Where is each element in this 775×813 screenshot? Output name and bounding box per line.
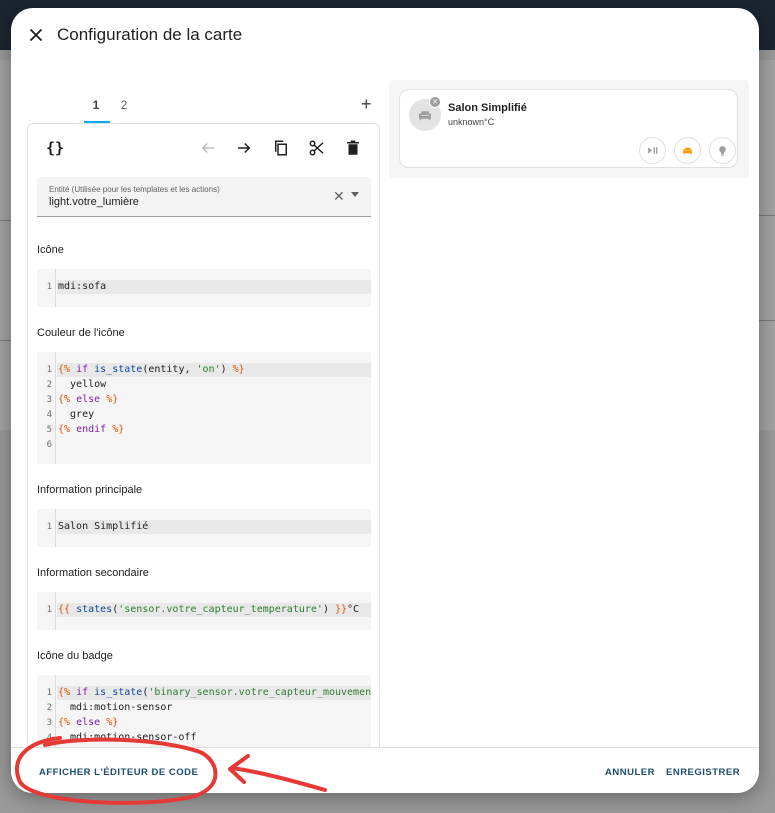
- entity-label: Entité (Utilisée pour les templates et l…: [49, 185, 220, 194]
- line-number: 1: [46, 688, 52, 698]
- code-line: {% if is_state('binary_sensor.votre_capt…: [58, 687, 371, 698]
- line-number: 1: [46, 282, 52, 292]
- icon-code-editor[interactable]: 1 mdi:sofa: [37, 269, 371, 307]
- line-number: 2: [46, 380, 52, 390]
- card-configuration-dialog: Configuration de la carte 1 2 + {} Entit…: [11, 8, 759, 793]
- code-line: {% endif %}: [58, 424, 125, 435]
- code-line: Salon Simplifié: [58, 521, 149, 532]
- line-number: 5: [46, 425, 52, 435]
- tab-2[interactable]: 2: [111, 98, 137, 112]
- dialog-header: Configuration de la carte: [11, 8, 759, 64]
- cut-button[interactable]: [307, 138, 327, 158]
- background-divider: [759, 215, 775, 216]
- cancel-button[interactable]: ANNULER: [605, 767, 655, 778]
- line-number: 3: [46, 395, 52, 405]
- dialog-title: Configuration de la carte: [57, 25, 243, 44]
- code-line: {{ states('sensor.votre_capteur_temperat…: [58, 604, 360, 615]
- sofa-chip[interactable]: [674, 137, 701, 164]
- show-code-editor-button[interactable]: AFFICHER L'ÉDITEUR DE CODE: [39, 767, 198, 778]
- line-number: 4: [46, 733, 52, 743]
- lightbulb-icon: [719, 146, 726, 156]
- code-line: yellow: [58, 379, 107, 390]
- line-number: 1: [46, 605, 52, 615]
- close-button[interactable]: [25, 24, 47, 46]
- background-left-panel: [0, 60, 11, 430]
- line-number: 1: [46, 365, 52, 375]
- motion-sensor-off-icon: ✕: [429, 96, 441, 108]
- save-button[interactable]: ENREGISTRER: [666, 767, 740, 778]
- line-number: 3: [46, 718, 52, 728]
- editor-toolbar: {}: [28, 124, 379, 172]
- tab-1[interactable]: 1: [83, 98, 109, 112]
- move-right-button[interactable]: [234, 138, 254, 158]
- copy-button[interactable]: [271, 138, 291, 158]
- lightbulb-chip[interactable]: [709, 137, 736, 164]
- icon-color-field-label: Couleur de l'icône: [37, 327, 125, 339]
- scissors-icon: [309, 140, 324, 156]
- card-preview: ✕ Salon Simplifié unknown°C: [389, 80, 749, 178]
- card-editor: {} Entité (Utilisée pour les templates e…: [27, 123, 380, 748]
- clear-entity-button[interactable]: ✕: [333, 188, 345, 205]
- arrow-left-icon: [201, 142, 214, 154]
- play-pause-chip[interactable]: [639, 137, 666, 164]
- code-line: {% if is_state(entity, 'on') %}: [58, 364, 245, 375]
- trash-icon: [347, 140, 359, 155]
- preview-card[interactable]: ✕ Salon Simplifié unknown°C: [399, 89, 738, 168]
- secondary-info-field-label: Information secondaire: [37, 567, 149, 579]
- code-line: mdi:motion-sensor-off: [58, 732, 197, 743]
- play-pause-icon: [648, 147, 658, 154]
- code-line: {% else %}: [58, 717, 119, 728]
- delete-button[interactable]: [343, 138, 363, 158]
- background-divider: [0, 220, 11, 221]
- add-tab-button[interactable]: +: [361, 94, 372, 115]
- secondary-info-code-editor[interactable]: 1 {{ states('sensor.votre_capteur_temper…: [37, 592, 371, 630]
- background-right-panel: [759, 60, 775, 430]
- dialog-footer: AFFICHER L'ÉDITEUR DE CODE ANNULER ENREG…: [11, 747, 759, 793]
- code-line: mdi:sofa: [58, 281, 107, 292]
- entity-value: light.votre_lumière: [49, 196, 139, 208]
- code-line: mdi:motion-sensor: [58, 702, 173, 713]
- primary-info-code-editor[interactable]: 1 Salon Simplifié: [37, 509, 371, 547]
- background-divider: [0, 340, 11, 341]
- arrow-right-icon: [238, 142, 251, 154]
- badge-icon-code-editor[interactable]: 1 {% if is_state('binary_sensor.votre_ca…: [37, 675, 371, 747]
- code-line: {% else %}: [58, 394, 119, 405]
- sofa-chip-icon: [683, 147, 692, 155]
- line-number: 4: [46, 410, 52, 420]
- card-primary-info: Salon Simplifié: [448, 102, 527, 114]
- move-left-button[interactable]: [198, 138, 218, 158]
- entity-picker[interactable]: Entité (Utilisée pour les templates et l…: [37, 177, 371, 217]
- primary-info-field-label: Information principale: [37, 484, 143, 496]
- copy-icon: [275, 140, 287, 156]
- line-number: 6: [46, 440, 52, 450]
- line-number: 2: [46, 703, 52, 713]
- badge-icon-field-label: Icône du badge: [37, 650, 113, 662]
- card-secondary-info: unknown°C: [448, 117, 495, 127]
- code-toggle-button[interactable]: {}: [45, 138, 65, 158]
- icon-color-code-editor[interactable]: 1 {% if is_state(entity, 'on') %} 2 yell…: [37, 352, 371, 464]
- background-divider: [759, 320, 775, 321]
- icon-field-label: Icône: [37, 244, 64, 256]
- dropdown-arrow-icon[interactable]: [351, 192, 359, 197]
- card-tabs: 1 2 +: [27, 92, 379, 123]
- code-line: grey: [58, 409, 95, 420]
- line-number: 1: [46, 522, 52, 532]
- close-icon: [29, 28, 43, 42]
